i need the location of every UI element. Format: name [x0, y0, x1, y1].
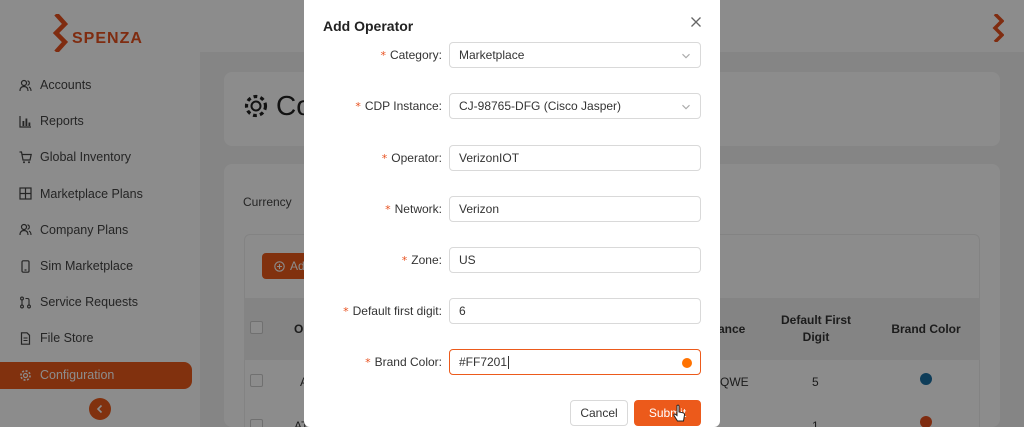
close-icon	[691, 17, 701, 27]
close-button[interactable]	[688, 14, 704, 30]
form-row-zone: * Zone: US	[304, 247, 720, 273]
cdp-instance-select[interactable]: CJ-98765-DFG (Cisco Jasper)	[449, 93, 701, 119]
network-input[interactable]: Verizon	[449, 196, 701, 222]
form-row-brand-color: * Brand Color: #FF7201	[304, 349, 720, 375]
operator-input[interactable]: VerizonIOT	[449, 145, 701, 171]
zone-input[interactable]: US	[449, 247, 701, 273]
network-value: Verizon	[459, 202, 500, 216]
category-select[interactable]: Marketplace	[449, 42, 701, 68]
form-row-operator: * Operator: VerizonIOT	[304, 145, 720, 171]
modal-title: Add Operator	[323, 18, 414, 34]
zone-label: Zone	[411, 253, 439, 267]
default-first-digit-input[interactable]: 6	[449, 298, 701, 324]
cdp-instance-value: CJ-98765-DFG (Cisco Jasper)	[459, 99, 622, 113]
category-label: Category	[389, 48, 439, 62]
add-operator-modal: Add Operator * Category: Marketplace * CDP…	[304, 0, 720, 427]
brand-color-swatch[interactable]	[682, 358, 692, 368]
operator-label: Operator	[391, 151, 439, 165]
text-cursor	[508, 355, 510, 369]
default-first-digit-label: Default first digit	[352, 304, 439, 318]
form-row-default-first-digit: * Default first digit: 6	[304, 298, 720, 324]
required-asterisk: *	[343, 305, 349, 318]
form-row-category: * Category: Marketplace	[304, 42, 720, 68]
brand-color-input[interactable]: #FF7201	[449, 349, 701, 375]
submit-button[interactable]: Submit	[634, 400, 701, 426]
zone-value: US	[459, 253, 476, 267]
required-asterisk: *	[365, 356, 371, 369]
required-asterisk: *	[385, 203, 391, 216]
operator-value: VerizonIOT	[459, 151, 520, 165]
brand-color-label: Brand Color	[374, 355, 439, 369]
network-label: Network	[394, 202, 439, 216]
brand-color-value: #FF7201	[459, 355, 508, 369]
required-asterisk: *	[380, 49, 386, 62]
required-asterisk: *	[401, 254, 408, 267]
form-row-network: * Network: Verizon	[304, 196, 720, 222]
cancel-button[interactable]: Cancel	[570, 400, 628, 426]
chevron-down-icon	[682, 53, 690, 59]
mouse-pointer-icon	[672, 404, 686, 427]
chevron-down-icon	[682, 104, 690, 110]
category-value: Marketplace	[459, 48, 525, 62]
default-first-digit-value: 6	[459, 304, 466, 318]
form-row-cdp-instance: * CDP Instance: CJ-98765-DFG (Cisco Jaspe…	[304, 93, 720, 119]
cdp-instance-label: CDP Instance	[364, 99, 439, 113]
required-asterisk: *	[355, 100, 361, 113]
required-asterisk: *	[381, 152, 388, 165]
